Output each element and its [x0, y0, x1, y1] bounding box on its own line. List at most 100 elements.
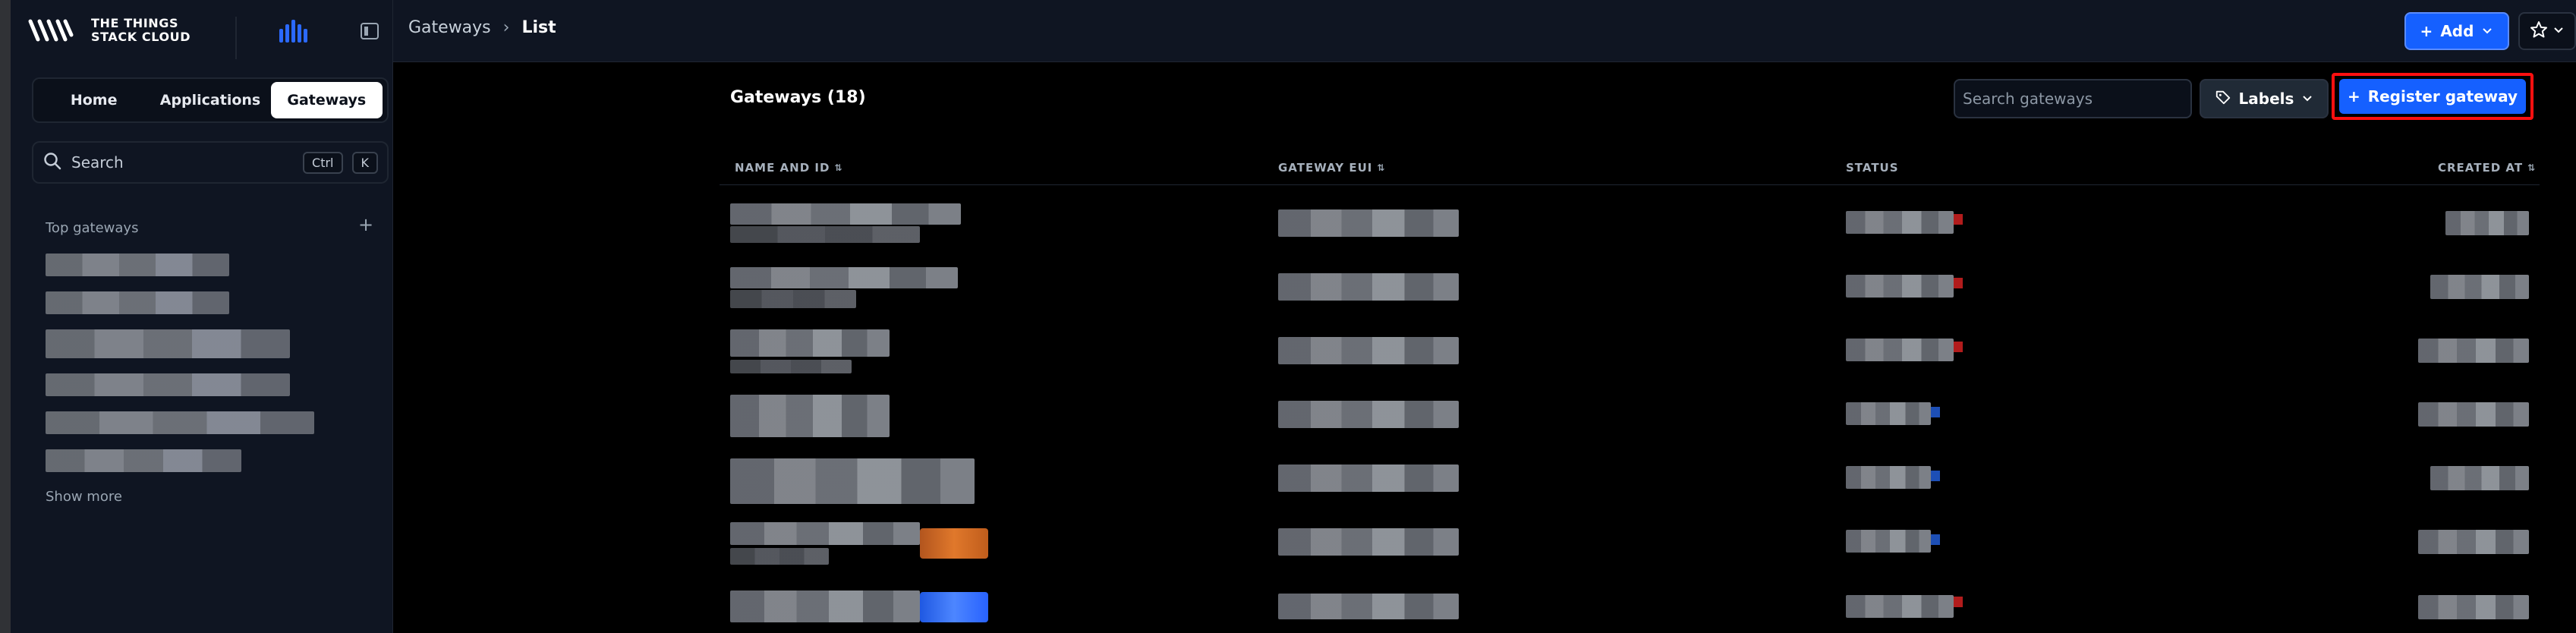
gateway-name: [730, 395, 890, 437]
sidebar-search[interactable]: Search Ctrl K: [32, 141, 389, 184]
table-row[interactable]: [720, 518, 2540, 581]
show-more-link[interactable]: Show more: [46, 489, 122, 505]
gateway-status: [1846, 466, 1931, 489]
gateway-eui: [1278, 337, 1459, 364]
gateway-id: [730, 290, 856, 308]
status-badge: [1931, 407, 1940, 417]
column-header-created[interactable]: CREATED AT ⇅: [2438, 161, 2536, 175]
plus-icon: +: [2420, 22, 2433, 40]
status-badge: [1954, 342, 1963, 352]
column-header-status: STATUS: [1846, 161, 1899, 175]
sort-icon: ⇅: [2527, 162, 2537, 173]
column-header-label: GATEWAY EUI: [1278, 161, 1373, 175]
top-gateway-item[interactable]: [46, 411, 314, 434]
top-gateway-item[interactable]: [46, 254, 229, 276]
gateway-status: [1846, 530, 1931, 553]
created-at: [2445, 211, 2529, 235]
column-header-label: CREATED AT: [2438, 161, 2524, 175]
register-gateway-button[interactable]: + Register gateway: [2339, 79, 2526, 114]
gateway-search-input[interactable]: Search gateways: [1954, 79, 2192, 118]
top-gateways-title: Top gateways: [46, 220, 139, 236]
tab-applications[interactable]: Applications: [154, 82, 266, 118]
gateway-label-tag: [920, 528, 988, 559]
table-row[interactable]: [720, 263, 2540, 326]
gateway-id: [730, 360, 852, 373]
status-badge: [1931, 471, 1940, 481]
sort-icon: ⇅: [1377, 162, 1386, 173]
gateway-eui: [1278, 528, 1459, 556]
add-button[interactable]: + Add: [2404, 12, 2509, 50]
created-at: [2418, 595, 2529, 619]
brand-name: THE THINGS STACK CLOUD: [91, 16, 191, 44]
gateway-status: [1846, 339, 1954, 361]
created-at: [2418, 339, 2529, 363]
chevron-down-icon: [2552, 24, 2565, 39]
chevron-right-icon: ›: [502, 18, 510, 37]
gateway-name: [730, 203, 961, 225]
register-gateway-label: Register gateway: [2367, 87, 2518, 106]
created-at: [2418, 530, 2529, 554]
tab-home[interactable]: Home: [38, 82, 150, 118]
status-badge: [1954, 214, 1963, 225]
table-row[interactable]: [720, 199, 2540, 263]
plus-icon: +: [2347, 87, 2360, 106]
search-label: Search: [71, 153, 124, 172]
register-gateway-highlight: + Register gateway: [2332, 73, 2533, 120]
network-status-icon[interactable]: [278, 18, 311, 44]
window-edge: [0, 0, 11, 633]
table-row[interactable]: [720, 326, 2540, 390]
star-icon: [2530, 20, 2548, 42]
column-header-name[interactable]: NAME AND ID ⇅: [735, 161, 843, 175]
column-header-label: NAME AND ID: [735, 161, 830, 175]
add-top-gateway-icon[interactable]: +: [358, 216, 373, 234]
labels-button-label: Labels: [2238, 90, 2294, 108]
table-row[interactable]: [720, 454, 2540, 518]
created-at: [2430, 466, 2529, 490]
created-at: [2418, 402, 2529, 427]
created-at: [2430, 275, 2529, 299]
gateways-list: Gateways (18) Search gateways Labels + R…: [720, 73, 2541, 633]
brand-separator: [235, 17, 237, 59]
gateway-eui: [1278, 209, 1459, 237]
add-button-label: Add: [2440, 22, 2474, 40]
gateway-status: [1846, 595, 1954, 618]
status-badge: [1931, 534, 1940, 545]
brand[interactable]: THE THINGS STACK CLOUD: [26, 15, 213, 46]
breadcrumb: Gateways › List: [408, 18, 556, 37]
gateway-name: [730, 458, 975, 504]
labels-filter-button[interactable]: Labels: [2200, 79, 2329, 118]
gateway-eui: [1278, 465, 1459, 492]
chevron-down-icon: [2301, 90, 2313, 108]
gateway-eui: [1278, 594, 1459, 619]
top-bar: Gateways › List: [393, 0, 2576, 62]
table-row[interactable]: [720, 390, 2540, 454]
sidebar-collapse-icon[interactable]: [360, 21, 379, 41]
top-gateway-item[interactable]: [46, 449, 241, 472]
tab-gateways[interactable]: Gateways: [270, 82, 383, 118]
top-gateway-item[interactable]: [46, 373, 290, 396]
gateway-name: [730, 267, 958, 288]
shortcut-key-ctrl: Ctrl: [303, 151, 343, 174]
gateway-eui: [1278, 401, 1459, 428]
column-header-eui[interactable]: GATEWAY EUI ⇅: [1278, 161, 1385, 175]
status-badge: [1954, 597, 1963, 607]
main-nav-tabs: Home Applications Gateways: [32, 77, 389, 123]
table-header: NAME AND ID ⇅ GATEWAY EUI ⇅ STATUS CREAT…: [720, 155, 2540, 185]
breadcrumb-gateways[interactable]: Gateways: [408, 18, 491, 37]
chevron-down-icon: [2481, 22, 2493, 40]
gateway-status: [1846, 211, 1954, 234]
page-title: Gateways (18): [730, 88, 866, 107]
gateway-label-tag: [920, 592, 988, 622]
gateway-id: [730, 548, 829, 565]
top-gateway-item[interactable]: [46, 329, 290, 358]
tag-icon: [2215, 89, 2231, 109]
status-badge: [1954, 278, 1963, 288]
tts-logo-icon: [26, 15, 79, 46]
gateway-name: [730, 522, 920, 545]
table-row[interactable]: [720, 590, 2540, 633]
top-gateway-item[interactable]: [46, 291, 229, 314]
sort-icon: ⇅: [834, 162, 843, 173]
bookmarks-button[interactable]: [2518, 12, 2576, 50]
gateway-name: [730, 329, 890, 357]
gateway-eui: [1278, 273, 1459, 301]
